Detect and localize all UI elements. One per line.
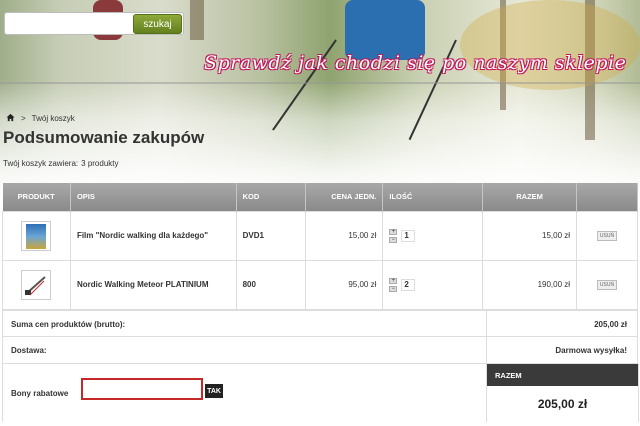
- product-cell: [2, 259, 71, 310]
- search-button[interactable]: szukaj: [133, 14, 182, 34]
- total-box: RAZEM 205,00 zł: [486, 364, 639, 422]
- shipping-row: Dostawa: Darmowa wysyłka!: [2, 337, 638, 364]
- cart-table: PRODUKT OPIS KOD CENA JEDN. ILOŚĆ RAZEM …: [2, 183, 638, 310]
- walker-figure: [345, 0, 425, 60]
- products-sum-label: Suma cen produktów (brutto):: [11, 320, 126, 329]
- column-header: ILOŚĆ: [382, 183, 484, 211]
- unit-price: 15,00 zł: [304, 210, 384, 261]
- quantity-input[interactable]: 1: [401, 229, 416, 242]
- delete-button[interactable]: USUŃ: [596, 231, 618, 241]
- row-total: 190,00 zł: [482, 259, 578, 310]
- product-thumbnail-dvd[interactable]: [21, 220, 52, 251]
- total-label: RAZEM: [487, 364, 638, 386]
- search-bar: szukaj: [4, 12, 184, 35]
- unit-price: 95,00 zł: [304, 259, 384, 310]
- qty-decrease-button[interactable]: −: [389, 236, 398, 243]
- voucher-row: Bony rabatowe TAK RAZEM 205,00 zł: [2, 364, 639, 422]
- qty-increase-button[interactable]: +: [389, 228, 398, 235]
- products-sum-row: Suma cen produktów (brutto): 205,00 zł: [2, 310, 638, 337]
- slogan: Sprawdź jak chodzi się po naszym sklepie: [204, 52, 627, 74]
- breadcrumb-current: Twój koszyk: [31, 114, 75, 123]
- order-summary: Suma cen produktów (brutto): 205,00 zł D…: [2, 310, 639, 422]
- search-input[interactable]: [11, 16, 126, 32]
- product-code: 800: [235, 259, 306, 310]
- product-thumbnail-poles[interactable]: [21, 269, 52, 300]
- product-cell: [2, 210, 71, 261]
- cart-summary: Twój koszyk zawiera: 3 produkty: [3, 159, 119, 168]
- shipping-label: Dostawa:: [11, 346, 47, 355]
- row-total: 15,00 zł: [482, 210, 578, 261]
- products-sum-value: 205,00 zł: [594, 320, 627, 329]
- table-row: Film "Nordic walking dla każdego" DVD1 1…: [2, 210, 638, 261]
- qty-increase-button[interactable]: +: [389, 277, 398, 284]
- column-header: [576, 183, 638, 211]
- delete-button[interactable]: USUŃ: [596, 280, 618, 290]
- quantity-stepper: + − 1: [389, 228, 476, 243]
- breadcrumb: > Twój koszyk: [6, 113, 75, 124]
- shipping-value: Darmowa wysyłka!: [555, 346, 627, 355]
- breadcrumb-separator: >: [21, 114, 26, 123]
- column-header: RAZEM: [482, 183, 578, 211]
- delete-cell: USUŃ: [576, 259, 638, 310]
- product-description[interactable]: Film "Nordic walking dla każdego": [69, 210, 237, 261]
- column-header: OPIS: [70, 183, 237, 211]
- voucher-input[interactable]: [81, 378, 203, 400]
- qty-decrease-button[interactable]: −: [389, 285, 398, 292]
- product-description[interactable]: Nordic Walking Meteor PLATINIUM: [69, 259, 237, 310]
- column-header: CENA JEDN.: [305, 183, 384, 211]
- quantity-stepper: + − 2: [389, 277, 476, 292]
- header-divider: [0, 82, 640, 84]
- page-title: Podsumowanie zakupów: [3, 128, 205, 147]
- quantity-cell: + − 1: [382, 210, 484, 261]
- total-value: 205,00 zł: [537, 397, 588, 411]
- column-header: KOD: [236, 183, 306, 211]
- column-header: PRODUKT: [2, 183, 71, 211]
- voucher-apply-button[interactable]: TAK: [205, 384, 223, 398]
- table-row: Nordic Walking Meteor PLATINIUM 800 95,0…: [2, 259, 638, 310]
- product-code: DVD1: [235, 210, 306, 261]
- foliage: [460, 0, 640, 90]
- voucher-label: Bony rabatowe: [11, 389, 69, 398]
- tree-trunk: [190, 0, 204, 40]
- cart-summary-count: 3 produkty: [81, 159, 119, 168]
- quantity-cell: + − 2: [382, 259, 484, 310]
- quantity-input[interactable]: 2: [401, 278, 416, 291]
- home-icon[interactable]: [6, 113, 15, 124]
- delete-cell: USUŃ: [576, 210, 638, 261]
- cart-table-header: PRODUKT OPIS KOD CENA JEDN. ILOŚĆ RAZEM: [2, 183, 638, 211]
- cart-summary-label: Twój koszyk zawiera:: [3, 159, 79, 168]
